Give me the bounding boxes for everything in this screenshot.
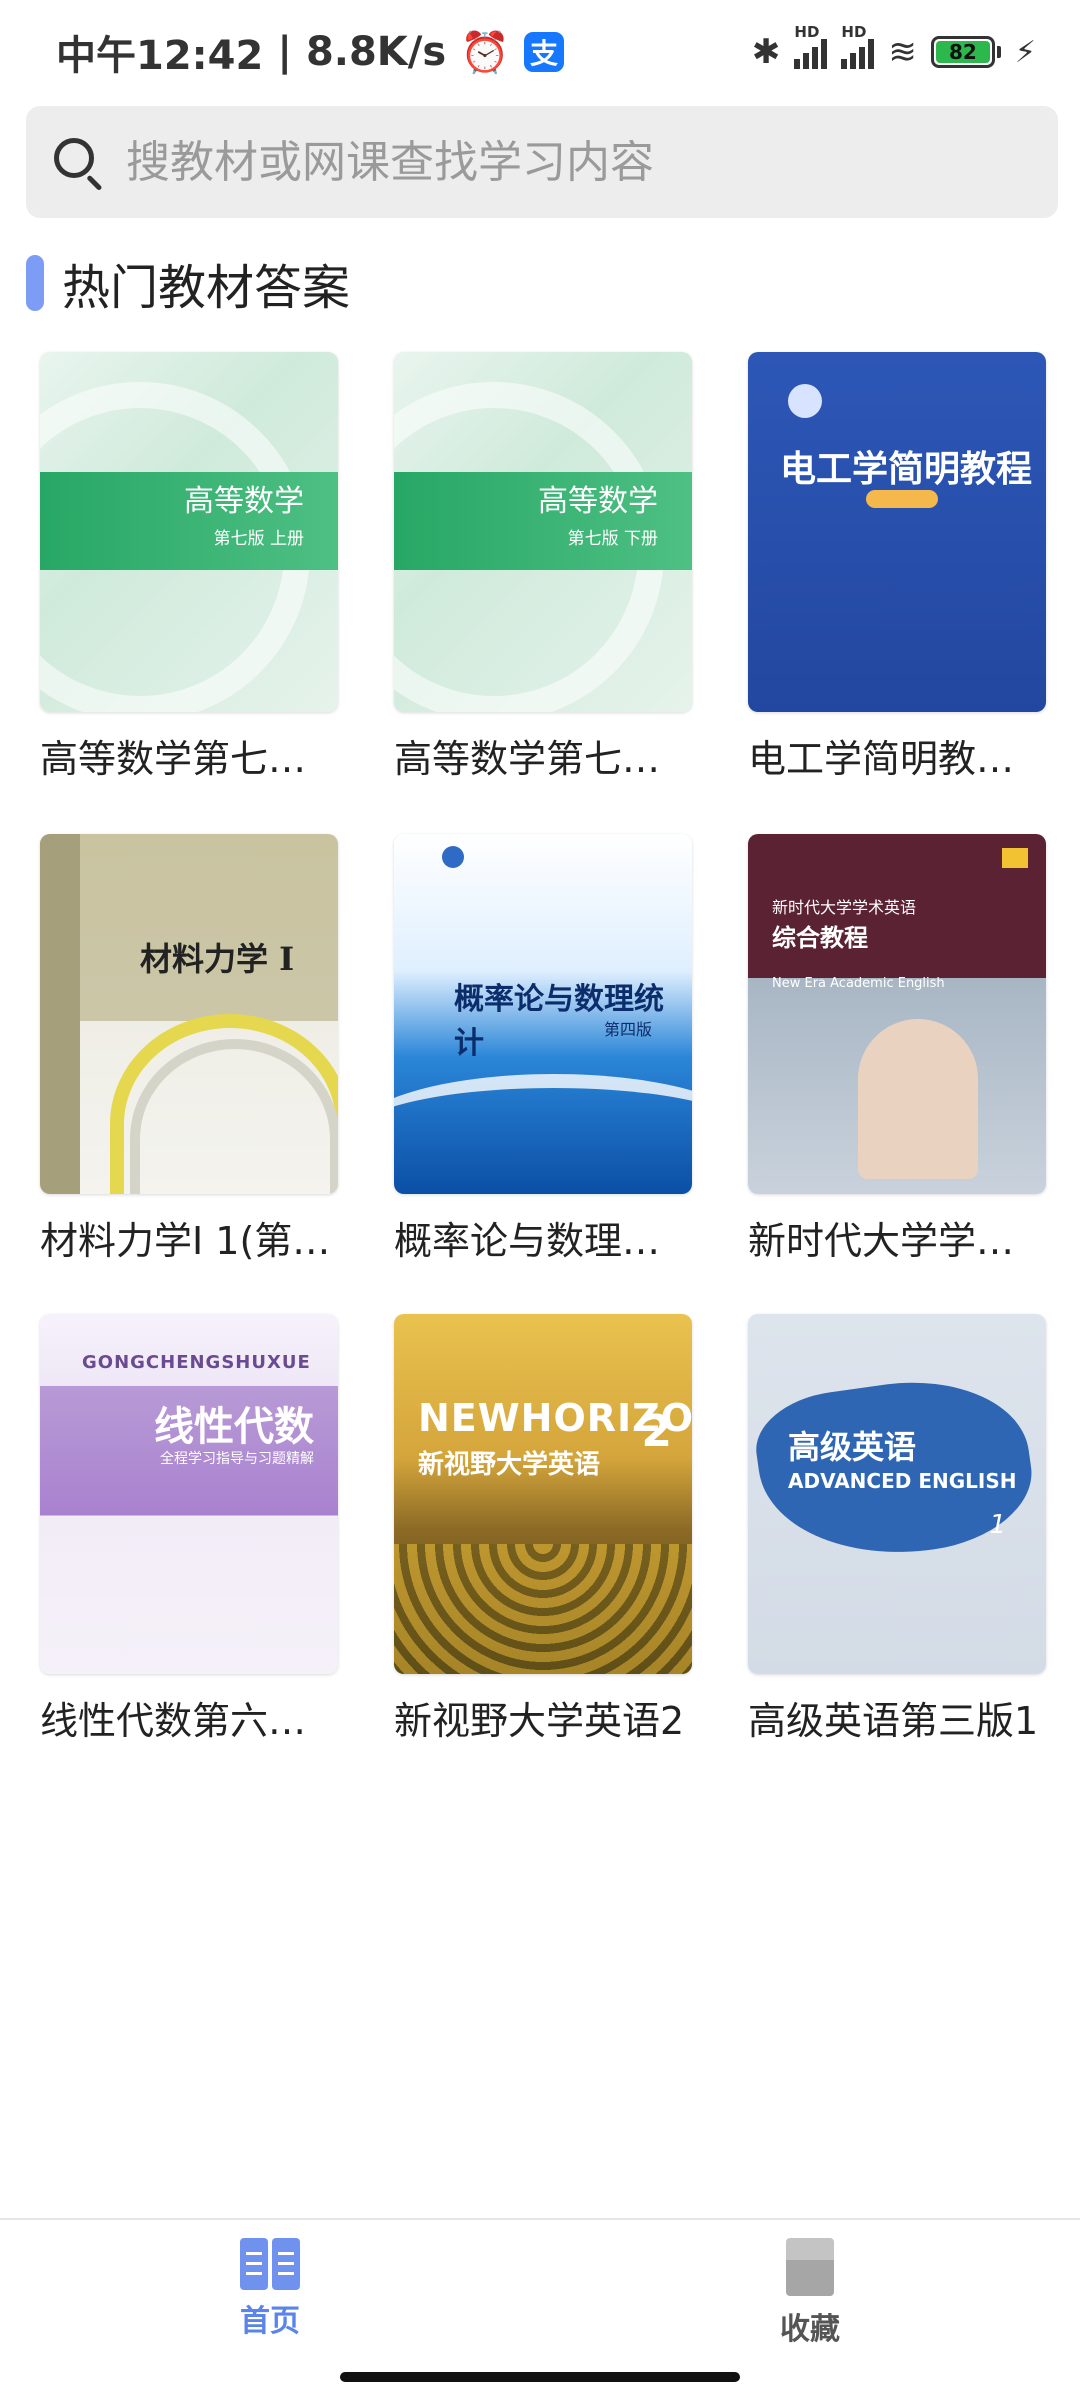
- cover-subtitle: 第七版 上册: [213, 529, 304, 549]
- signal-icon-1: HD: [794, 23, 828, 69]
- book-cover[interactable]: 新时代大学学术英语 综合教程 New Era Academic English: [748, 834, 1046, 1194]
- charging-icon: ⚡: [1014, 34, 1036, 70]
- status-time: 中午12:42: [56, 33, 264, 79]
- tab-home[interactable]: 首页: [200, 2238, 340, 2340]
- cover-volume: 1: [989, 1510, 1006, 1540]
- book-cover[interactable]: 电工学简明教程: [748, 352, 1046, 712]
- cover-subtitle: 新视野大学英语: [418, 1450, 601, 1480]
- search-bar[interactable]: [26, 106, 1058, 218]
- cover-subtitle: 第四版: [603, 1020, 652, 1039]
- cover-subtitle: New Era Academic English: [772, 976, 945, 991]
- tab-favorites-label: 收藏: [780, 2312, 840, 2347]
- net-speed: 8.8K/s: [305, 29, 447, 75]
- book-cover[interactable]: 高级英语 ADVANCED ENGLISH 1: [748, 1314, 1046, 1674]
- hd-label-2: HD: [841, 23, 867, 41]
- book-card[interactable]: 概率论与数理统计 第四版 概率论与数理统计第四版: [394, 834, 694, 1265]
- book-title[interactable]: 新视野大学英语2: [394, 1690, 694, 1745]
- status-right: ✱ HD HD ≋ 82 ⚡: [751, 23, 1036, 72]
- book-title[interactable]: 高等数学第七版下册: [394, 728, 694, 783]
- book-cover[interactable]: 概率论与数理统计 第四版: [394, 834, 692, 1194]
- section-accent-bar: [26, 255, 44, 311]
- cover-subtitle: 全程学习指导与习题精解: [160, 1451, 314, 1467]
- cover-top-text: GONGCHENGSHUXUE: [82, 1352, 311, 1373]
- search-icon: [48, 132, 108, 192]
- book-card[interactable]: 电工学简明教程 电工学简明教程第三版: [748, 352, 1048, 783]
- cover-subtitle: ADVANCED ENGLISH: [788, 1469, 1017, 1493]
- book-card[interactable]: 高等数学 第七版 上册 高等数学第七版上册: [40, 352, 340, 783]
- cover-title: 高等数学: [184, 484, 304, 519]
- cover-title: 高等数学: [538, 484, 658, 519]
- cover-title: 高级英语: [788, 1428, 917, 1466]
- book-cover[interactable]: 材料力学 I: [40, 834, 338, 1194]
- search-input[interactable]: [126, 136, 1058, 188]
- book-card[interactable]: 高级英语 ADVANCED ENGLISH 1 高级英语第三版1: [748, 1314, 1046, 1745]
- book-title[interactable]: 电工学简明教程第三版: [748, 728, 1048, 783]
- book-title[interactable]: 高级英语第三版1: [748, 1690, 1048, 1745]
- hd-label-1: HD: [794, 23, 820, 41]
- section-title: 热门教材答案: [62, 260, 351, 316]
- book-card[interactable]: NEWHORIZON 新视野大学英语 2 新视野大学英语2: [394, 1314, 692, 1745]
- home-book-icon: [240, 2238, 300, 2290]
- cover-subtitle: 第七版 下册: [567, 529, 658, 549]
- cover-title: 电工学简明教程: [780, 448, 1033, 490]
- book-title[interactable]: 高等数学第七版上册: [40, 728, 340, 783]
- tab-favorites[interactable]: 收藏: [740, 2238, 880, 2348]
- bluetooth-icon: ✱: [751, 32, 781, 72]
- alarm-icon: ⏰: [460, 29, 511, 76]
- cover-title: 概率论与数理统计: [454, 982, 664, 1061]
- home-indicator[interactable]: [340, 2372, 740, 2382]
- book-card[interactable]: 高等数学 第七版 下册 高等数学第七版下册: [394, 352, 694, 783]
- cover-title: 材料力学 I: [140, 940, 295, 978]
- screen: 中午12:42 | 8.8K/s ⏰ 支 ✱ HD HD ≋ 82 ⚡ 搜教材或…: [0, 0, 1080, 2400]
- tab-home-label: 首页: [240, 2304, 300, 2339]
- status-divider: |: [277, 29, 292, 75]
- signal-icon-2: HD: [841, 23, 875, 69]
- battery-icon: 82: [930, 36, 1001, 68]
- book-card[interactable]: 材料力学 I 材料力学I 1(第6版): [40, 834, 340, 1265]
- book-title[interactable]: 新时代大学学术英语综合教程: [748, 1210, 1048, 1265]
- status-bar: 中午12:42 | 8.8K/s ⏰ 支 ✱ HD HD ≋ 82 ⚡: [0, 0, 1080, 104]
- book-card[interactable]: 新时代大学学术英语 综合教程 New Era Academic English …: [748, 834, 1048, 1265]
- book-title[interactable]: 材料力学I 1(第6版): [40, 1210, 340, 1265]
- cover-title: 综合教程: [772, 924, 868, 952]
- book-card[interactable]: GONGCHENGSHUXUE 线性代数 全程学习指导与习题精解 线性代数第六版…: [40, 1314, 340, 1745]
- book-cover[interactable]: GONGCHENGSHUXUE 线性代数 全程学习指导与习题精解: [40, 1314, 338, 1674]
- book-cover[interactable]: NEWHORIZON 新视野大学英语 2: [394, 1314, 692, 1674]
- alipay-icon: 支: [524, 32, 565, 72]
- status-left: 中午12:42 | 8.8K/s ⏰ 支: [56, 23, 565, 81]
- cover-title: 线性代数: [154, 1404, 314, 1450]
- book-title[interactable]: 概率论与数理统计第四版: [394, 1210, 694, 1265]
- cover-volume: 2: [641, 1406, 672, 1457]
- section-header: 热门教材答案: [26, 248, 350, 318]
- cover-top-text: 新时代大学学术英语: [772, 898, 917, 917]
- battery-level: 82: [935, 40, 990, 64]
- wifi-icon: ≋: [888, 32, 917, 72]
- book-title[interactable]: 线性代数第六版全程学习指导: [40, 1690, 340, 1745]
- book-cover[interactable]: 高等数学 第七版 上册: [40, 352, 338, 712]
- favorites-box-icon: [780, 2238, 840, 2298]
- book-cover[interactable]: 高等数学 第七版 下册: [394, 352, 692, 712]
